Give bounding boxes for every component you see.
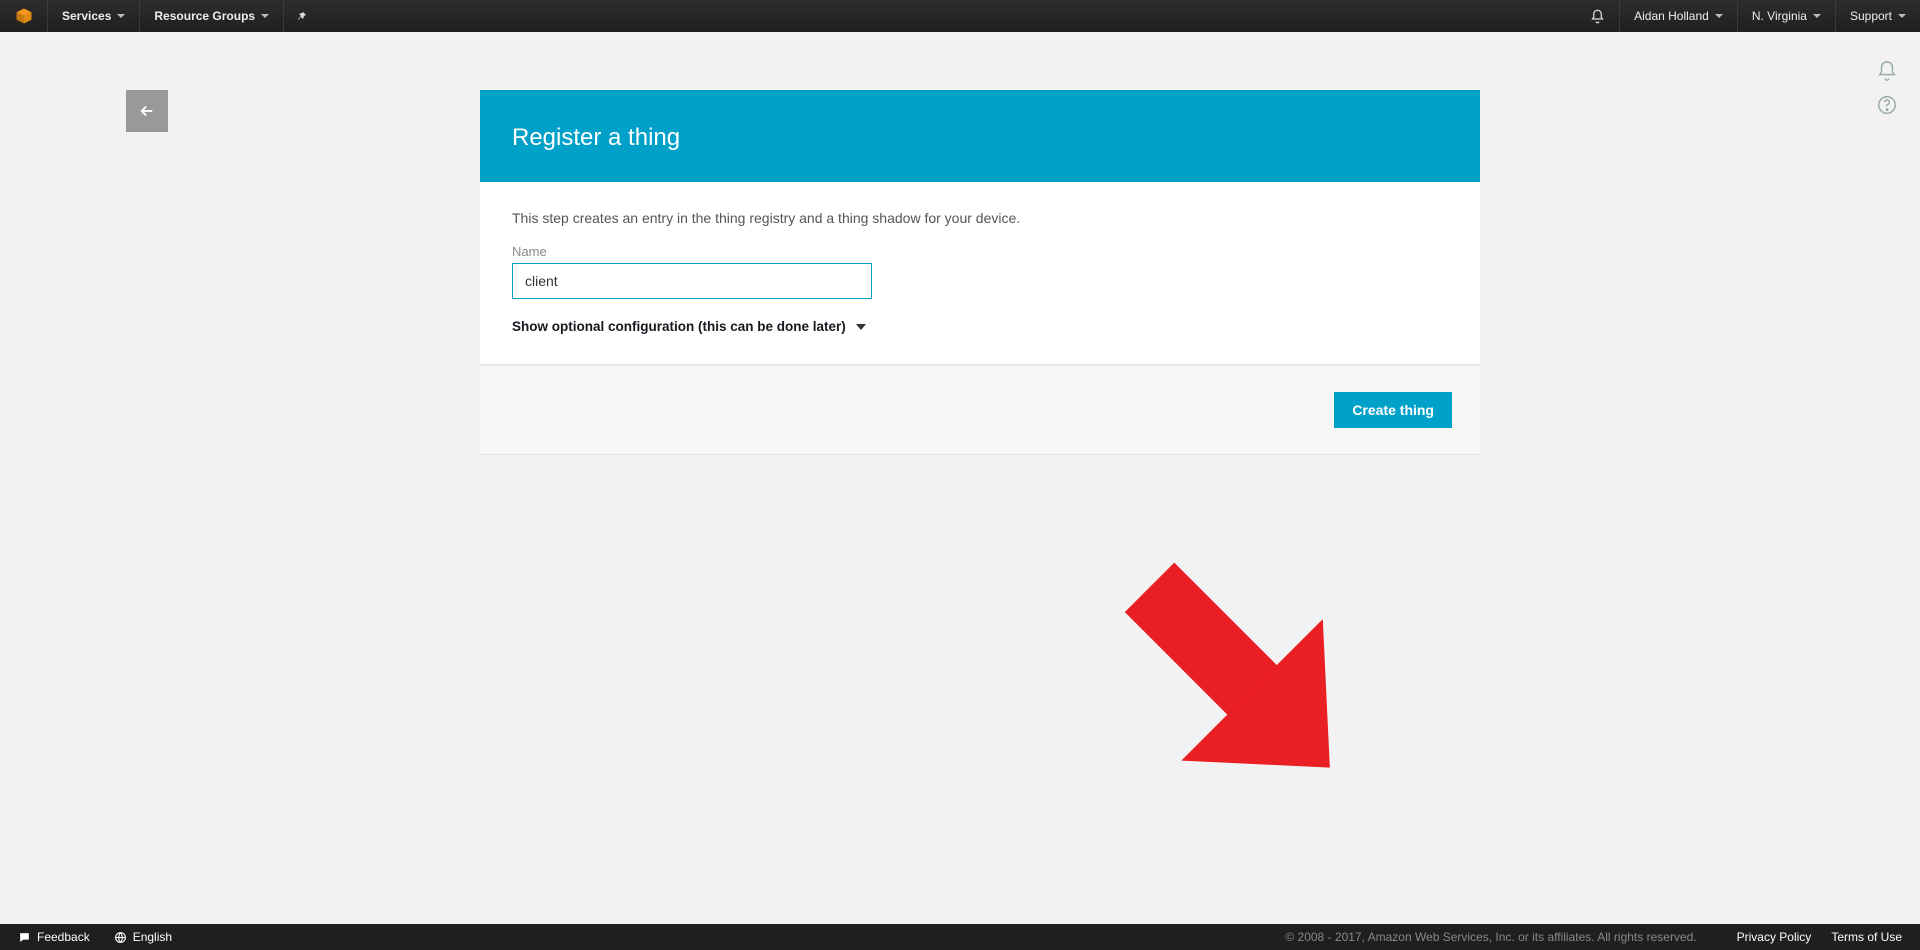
pin-icon [296,10,308,22]
help-icon[interactable] [1876,94,1898,116]
card-footer: Create thing [480,365,1480,454]
chevron-down-icon [261,14,269,18]
arrow-left-icon [138,102,156,120]
nav-pin-button[interactable] [284,0,320,32]
chevron-down-icon [1898,14,1906,18]
copyright-text: © 2008 - 2017, Amazon Web Services, Inc.… [1285,930,1696,944]
nav-support-label: Support [1850,9,1892,23]
cube-icon [15,7,33,25]
nav-resource-groups[interactable]: Resource Groups [140,0,284,32]
bell-icon [1590,9,1605,24]
terms-of-use-link[interactable]: Terms of Use [1831,930,1902,944]
back-button[interactable] [126,90,168,132]
speech-bubble-icon [18,931,31,944]
chevron-down-icon [1715,14,1723,18]
chevron-down-icon [117,14,125,18]
nav-services[interactable]: Services [48,0,140,32]
nav-account-label: Aidan Holland [1634,9,1709,23]
nav-resource-groups-label: Resource Groups [154,9,255,23]
nav-region-label: N. Virginia [1752,9,1807,23]
bell-icon[interactable] [1876,60,1898,82]
globe-icon [114,931,127,944]
bottom-bar: Feedback English © 2008 - 2017, Amazon W… [0,924,1920,950]
feedback-button[interactable]: Feedback [18,930,90,944]
nav-services-label: Services [62,9,111,23]
card-description: This step creates an entry in the thing … [512,210,1448,226]
chevron-down-icon [856,324,866,330]
language-button[interactable]: English [114,930,172,944]
nav-region[interactable]: N. Virginia [1737,0,1835,32]
name-input[interactable] [512,263,872,299]
register-thing-card: Register a thing This step creates an en… [480,90,1480,454]
card-body: This step creates an entry in the thing … [480,182,1480,365]
feedback-label: Feedback [37,930,90,944]
top-navbar: Services Resource Groups Aidan Holland N… [0,0,1920,32]
nav-account[interactable]: Aidan Holland [1619,0,1737,32]
nav-notifications[interactable] [1576,0,1619,32]
show-optional-configuration-toggle[interactable]: Show optional configuration (this can be… [512,319,1448,334]
card-header: Register a thing [480,90,1480,182]
aws-logo[interactable] [0,0,48,32]
optional-toggle-label: Show optional configuration (this can be… [512,319,846,334]
nav-support[interactable]: Support [1835,0,1920,32]
name-field-label: Name [512,244,1448,259]
chevron-down-icon [1813,14,1821,18]
language-label: English [133,930,172,944]
privacy-policy-link[interactable]: Privacy Policy [1737,930,1812,944]
right-utility-icons [1876,60,1898,116]
create-thing-button[interactable]: Create thing [1334,392,1452,428]
card-title: Register a thing [512,124,680,151]
annotation-arrow-icon [1070,430,1420,780]
